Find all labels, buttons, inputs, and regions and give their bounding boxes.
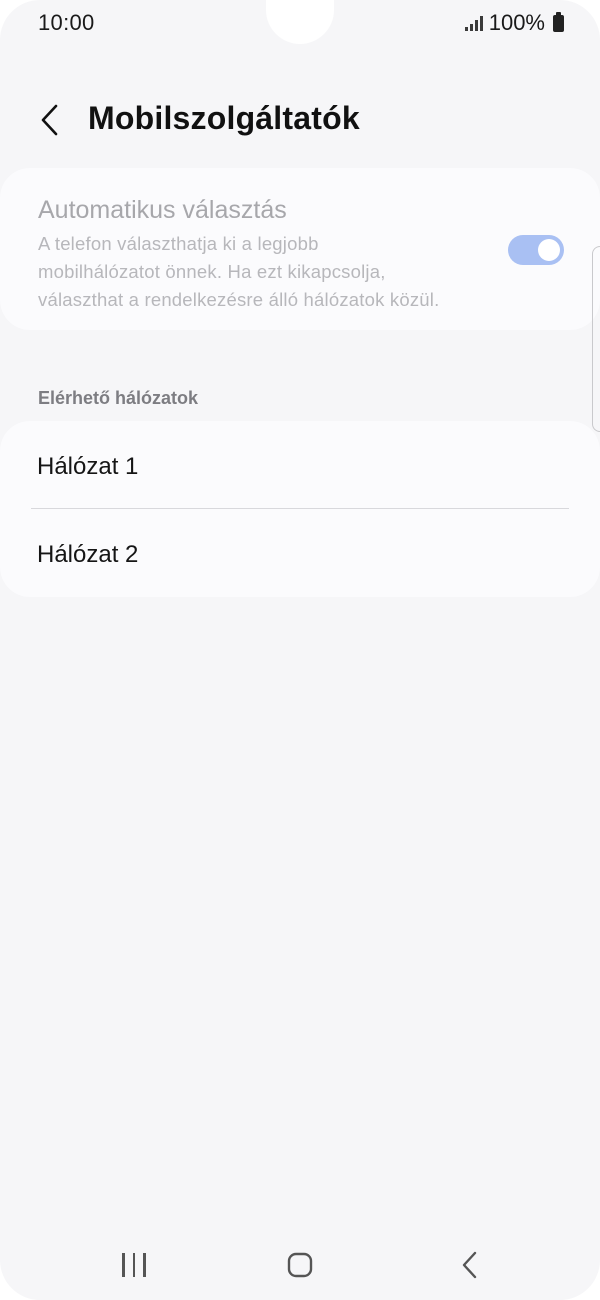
navigation-bar (0, 1230, 600, 1300)
status-time: 10:00 (38, 10, 95, 35)
network-item-label: Hálózat 2 (37, 541, 139, 568)
back-button[interactable] (28, 98, 72, 142)
network-list: Hálózat 1 Hálózat 2 (0, 421, 600, 597)
edge-panel-handle[interactable] (592, 246, 600, 432)
battery-percentage: 100% (488, 10, 545, 35)
page-title: Mobilszolgáltatók (88, 100, 360, 136)
available-networks-header: Elérhető hálózatok (38, 388, 199, 408)
auto-select-description: A telefon választhatja ki a legjobb mobi… (38, 230, 488, 314)
camera-notch (266, 0, 334, 44)
battery-icon (553, 11, 564, 32)
recents-icon (122, 1253, 125, 1277)
home-icon (287, 1252, 313, 1278)
back-icon (462, 1251, 477, 1279)
network-item-2[interactable]: Hálózat 2 (0, 509, 600, 597)
chevron-left-icon (41, 104, 58, 136)
page-header: Mobilszolgáltatók (0, 90, 600, 150)
network-item-1[interactable]: Hálózat 1 (0, 421, 600, 509)
status-bar: 10:00 100% (0, 0, 600, 48)
auto-select-title: Automatikus választás (38, 196, 287, 224)
status-icons: 100% (464, 10, 564, 36)
auto-select-description-line: mobilhálózatot önnek. Ha ezt kikapcsolja… (38, 261, 386, 282)
signal-icon (464, 15, 483, 31)
network-item-label: Hálózat 1 (37, 453, 139, 480)
home-button[interactable] (278, 1250, 322, 1280)
toggle-knob (538, 239, 560, 261)
recents-button[interactable] (110, 1250, 158, 1280)
nav-back-button[interactable] (448, 1248, 492, 1282)
settings-screen: 10:00 100% Mobilszolgáltatók Automatikus… (0, 0, 600, 1300)
auto-select-toggle[interactable] (508, 235, 564, 265)
auto-select-description-line: A telefon választhatja ki a legjobb (38, 233, 319, 254)
auto-select-description-line: választhat a rendelkezésre álló hálózato… (38, 289, 440, 310)
